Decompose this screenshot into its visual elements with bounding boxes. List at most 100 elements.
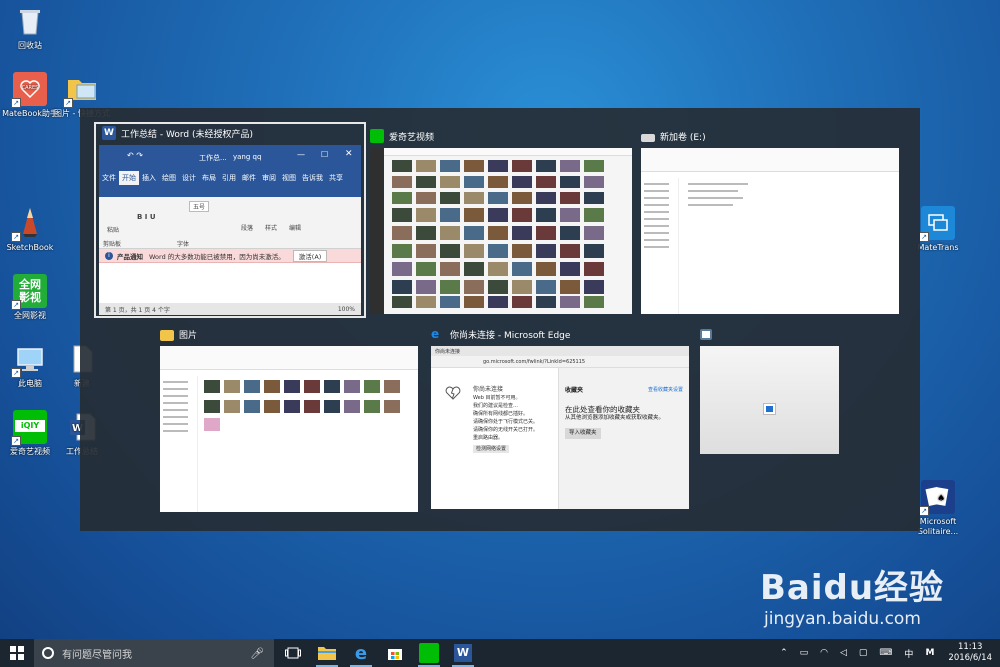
task-view-button[interactable] — [276, 639, 310, 667]
video-thumbnail — [536, 280, 556, 294]
edge-error-title: 你尚未连接 — [473, 386, 504, 393]
word-icon: W — [102, 126, 116, 140]
recycle-bin-icon[interactable]: 回收站 — [0, 4, 60, 51]
word-minimize-icon[interactable]: — — [297, 150, 305, 159]
volume-icon[interactable]: ◁ — [834, 648, 853, 658]
edge-error-item: 请确保你的无线开关已打开。 — [473, 427, 539, 433]
video-thumbnail — [488, 160, 508, 172]
ime-indicator[interactable]: 中 — [898, 647, 919, 660]
taskbar-iqiyi[interactable] — [412, 639, 446, 667]
start-button[interactable] — [0, 639, 34, 667]
matebook-label: MateBook助手 — [2, 109, 58, 118]
image-thumbnail — [364, 380, 380, 393]
taskbar-explorer[interactable] — [310, 639, 344, 667]
microphone-icon[interactable]: 🎤︎ — [250, 647, 264, 660]
quanwang-label: 全网影视 — [14, 311, 46, 320]
video-thumbnail — [584, 160, 604, 172]
word-window-thumbnail[interactable]: W 工作总结 - Word (未经授权产品) 工作总... yang qq ↶ … — [94, 122, 366, 318]
tab-references[interactable]: 引用 — [219, 173, 239, 183]
video-thumbnail — [464, 296, 484, 308]
activate-button[interactable]: 激活(A) — [292, 249, 328, 262]
edge-window-thumbnail[interactable]: e 你尚未连接 - Microsoft Edge 你尚未连接 go.micros… — [431, 326, 689, 509]
sketchbook-icon[interactable]: ↗ SketchBook — [0, 206, 60, 253]
blank-app-window-thumbnail[interactable] — [700, 326, 839, 456]
touch-keyboard-icon[interactable]: ⌨ — [873, 648, 898, 658]
tab-file[interactable]: 文件 — [99, 173, 119, 183]
favorites-settings-link[interactable]: 查看收藏夹设置 — [648, 386, 683, 395]
action-center-icon[interactable]: ▢ — [853, 648, 874, 658]
video-thumbnail — [440, 160, 460, 172]
matebook-assistant-icon[interactable]: CARES ↗ MateBook助手 — [0, 72, 60, 119]
system-clock[interactable]: 11:13 2016/6/14 — [940, 642, 1000, 664]
network-icon[interactable]: ◠ — [814, 648, 834, 658]
iqiyi-icon — [370, 129, 384, 143]
tab-insert[interactable]: 插入 — [139, 173, 159, 183]
video-thumbnail — [440, 208, 460, 222]
clock-date: 2016/6/14 — [948, 653, 992, 663]
file-explorer-icon — [318, 647, 336, 660]
pictures-window-thumbnail[interactable]: 图片 — [160, 326, 418, 512]
drive-e-window-thumbnail[interactable]: 新加卷 (E:) — [641, 128, 899, 314]
this-pc-icon[interactable]: ↗ 此电脑 — [0, 342, 60, 389]
video-thumbnail — [584, 192, 604, 204]
image-thumbnail — [244, 380, 260, 393]
tab-view[interactable]: 视图 — [279, 173, 299, 183]
cortana-search-box[interactable]: 有问题尽管问我 🎤︎ — [34, 639, 274, 667]
watermark-brand: Baidu经验 — [760, 568, 945, 608]
ime-mode-indicator[interactable]: M — [919, 648, 940, 658]
tab-draw[interactable]: 绘图 — [159, 173, 179, 183]
taskbar-edge[interactable]: e — [344, 639, 378, 667]
video-thumbnail — [464, 262, 484, 276]
tab-design[interactable]: 设计 — [179, 173, 199, 183]
tab-layout[interactable]: 布局 — [199, 173, 219, 183]
video-thumbnail — [536, 296, 556, 308]
favorites-pane: 收藏夹 查看收藏夹设置 在此处查看你的收藏夹 从其他浏览器添加收藏夹或获取收藏夹… — [558, 368, 689, 509]
tab-review[interactable]: 审阅 — [259, 173, 279, 183]
image-thumbnail — [204, 400, 220, 413]
video-thumbnail — [440, 262, 460, 276]
video-thumbnail — [464, 226, 484, 240]
video-thumbnail — [560, 192, 580, 204]
iqiyi-desktop-icon[interactable]: iQIY ↗ 爱奇艺视频 — [0, 410, 60, 457]
taskbar-store[interactable] — [378, 639, 412, 667]
word-maximize-icon[interactable]: ☐ — [321, 150, 328, 159]
video-thumbnail — [512, 226, 532, 240]
tab-tell-me[interactable]: 告诉我 — [299, 173, 326, 183]
word-document-area[interactable] — [99, 263, 361, 307]
image-thumbnail — [304, 380, 320, 393]
store-icon — [388, 649, 402, 660]
video-thumbnail — [584, 244, 604, 258]
word-user: yang qq — [233, 153, 262, 161]
matebook-tile-text: CARES — [21, 85, 39, 91]
video-thumbnail — [560, 208, 580, 222]
show-hidden-icons-icon[interactable]: ⌃ — [774, 648, 794, 658]
word-close-icon[interactable]: ✕ — [345, 149, 353, 159]
video-thumbnail — [560, 262, 580, 276]
favorites-title: 在此处查看你的收藏夹 — [565, 405, 640, 414]
quanwang-yingshi-icon[interactable]: 全网 影视 ↗ 全网影视 — [0, 274, 60, 321]
banner-label: 产品通知 — [117, 252, 143, 261]
pictures-window-title: 图片 — [179, 330, 198, 341]
edge-tab[interactable]: 你尚未连接 — [431, 346, 689, 356]
video-thumbnail — [560, 226, 580, 240]
battery-icon[interactable]: ▭ — [794, 648, 815, 658]
matetrans-label: MateTrans — [917, 243, 959, 252]
tab-home[interactable]: 开始 — [119, 171, 139, 185]
edge-error-item: 确保所有网线都已插好。 — [473, 411, 529, 417]
edge-address-bar[interactable]: go.microsoft.com/fwlink/?LinkId=625115 — [431, 356, 689, 368]
video-thumbnail — [440, 280, 460, 294]
network-settings-button[interactable]: 检测网络设置 — [473, 445, 510, 453]
font-size-box[interactable]: 五号 — [189, 201, 210, 212]
solitaire-label: Microsoft Solitaire... — [917, 517, 959, 536]
cortana-circle-icon — [42, 647, 54, 659]
import-favorites-button[interactable]: 导入收藏夹 — [565, 428, 601, 439]
taskbar-word[interactable]: W — [446, 639, 480, 667]
iqiyi-window-thumbnail[interactable]: 爱奇艺视频 — [370, 128, 632, 314]
tab-mailings[interactable]: 邮件 — [239, 173, 259, 183]
video-thumbnail — [416, 226, 436, 240]
video-thumbnail — [536, 244, 556, 258]
tab-share[interactable]: 共享 — [326, 173, 346, 183]
paste-button[interactable]: 粘贴 — [107, 225, 119, 234]
word-ribbon: 粘贴 五号 B I U 剪贴板 字体 段落 样式 编辑 — [99, 197, 361, 249]
video-thumbnail — [416, 262, 436, 276]
